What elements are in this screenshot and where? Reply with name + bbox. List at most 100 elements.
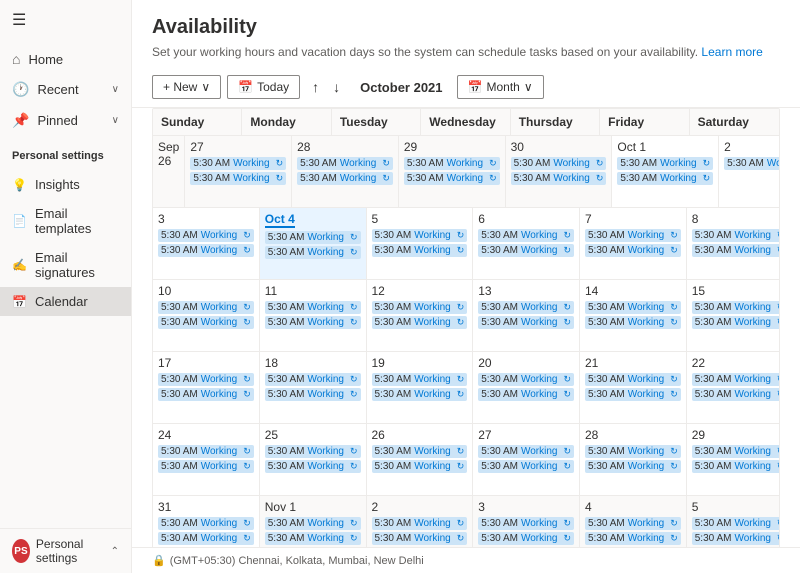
calendar-day[interactable]: 25:30 AMWorking↻: [719, 136, 780, 207]
calendar-event[interactable]: 5:30 AMWorking↻: [692, 244, 780, 257]
calendar-event[interactable]: 5:30 AMWorking↻: [511, 157, 607, 170]
calendar-day[interactable]: 245:30 AMWorking↻5:30 AMWorking↻: [153, 424, 260, 495]
calendar-event[interactable]: 5:30 AMWorking↻: [265, 445, 361, 458]
calendar-event[interactable]: 5:30 AMWorking↻: [585, 316, 681, 329]
calendar-day[interactable]: 25:30 AMWorking↻5:30 AMWorking↻: [367, 496, 474, 547]
calendar-event[interactable]: 5:30 AMWorking↻: [372, 460, 468, 473]
calendar-event[interactable]: 5:30 AMWorking↻: [585, 460, 681, 473]
calendar-event[interactable]: 5:30 AMWorking↻: [265, 246, 361, 259]
calendar-event[interactable]: 5:30 AMWorking↻: [478, 301, 574, 314]
calendar-event[interactable]: 5:30 AMWorking↻: [692, 445, 780, 458]
calendar-event[interactable]: 5:30 AMWorking↻: [158, 388, 254, 401]
calendar-day[interactable]: 35:30 AMWorking↻5:30 AMWorking↻: [153, 208, 260, 279]
new-button[interactable]: + New ∨: [152, 75, 221, 99]
calendar-event[interactable]: 5:30 AMWorking↻: [265, 373, 361, 386]
calendar-event[interactable]: 5:30 AMWorking↻: [265, 517, 361, 530]
calendar-event[interactable]: 5:30 AMWorking↻: [585, 388, 681, 401]
calendar-day[interactable]: 135:30 AMWorking↻5:30 AMWorking↻: [473, 280, 580, 351]
calendar-event[interactable]: 5:30 AMWorking↻: [372, 445, 468, 458]
calendar-event[interactable]: 5:30 AMWorking↻: [478, 445, 574, 458]
calendar-event[interactable]: 5:30 AMWorking↻: [692, 460, 780, 473]
calendar-event[interactable]: 5:30 AMWorking↻: [297, 172, 393, 185]
footer-chevron-icon[interactable]: ⌃: [111, 546, 119, 557]
calendar-day[interactable]: Oct 45:30 AMWorking↻5:30 AMWorking↻: [260, 208, 367, 279]
calendar-day[interactable]: 215:30 AMWorking↻5:30 AMWorking↻: [580, 352, 687, 423]
calendar-event[interactable]: 5:30 AMWorking↻: [585, 244, 681, 257]
calendar-event[interactable]: 5:30 AMWorking↻: [511, 172, 607, 185]
calendar-day[interactable]: Nov 15:30 AMWorking↻5:30 AMWorking↻: [260, 496, 367, 547]
calendar-event[interactable]: 5:30 AMWorking↻: [158, 373, 254, 386]
calendar-event[interactable]: 5:30 AMWorking↻: [265, 388, 361, 401]
calendar-event[interactable]: 5:30 AMWorking↻: [478, 244, 574, 257]
sidebar-item-home[interactable]: ⌂ Home: [0, 44, 131, 74]
month-view-button[interactable]: 📅 Month ∨: [457, 75, 544, 99]
calendar-day[interactable]: 175:30 AMWorking↻5:30 AMWorking↻: [153, 352, 260, 423]
calendar-day[interactable]: 225:30 AMWorking↻5:30 AMWorking↻: [687, 352, 780, 423]
calendar-event[interactable]: 5:30 AMWorking↻: [478, 373, 574, 386]
calendar-event[interactable]: 5:30 AMWorking↻: [478, 388, 574, 401]
calendar-event[interactable]: 5:30 AMWorking↻: [478, 229, 574, 242]
calendar-event[interactable]: 5:30 AMWorking↻: [404, 157, 500, 170]
calendar-day[interactable]: 125:30 AMWorking↻5:30 AMWorking↻: [367, 280, 474, 351]
sidebar-item-pinned[interactable]: 📌 Pinned ∨: [0, 105, 131, 136]
calendar-event[interactable]: 5:30 AMWorking↻: [158, 460, 254, 473]
calendar-day[interactable]: 285:30 AMWorking↻5:30 AMWorking↻: [580, 424, 687, 495]
calendar-day[interactable]: 255:30 AMWorking↻5:30 AMWorking↻: [260, 424, 367, 495]
calendar-day[interactable]: 275:30 AMWorking↻5:30 AMWorking↻: [185, 136, 292, 207]
calendar-day[interactable]: 75:30 AMWorking↻5:30 AMWorking↻: [580, 208, 687, 279]
calendar-day[interactable]: 65:30 AMWorking↻5:30 AMWorking↻: [473, 208, 580, 279]
calendar-event[interactable]: 5:30 AMWorking↻: [692, 229, 780, 242]
calendar-event[interactable]: 5:30 AMWorking↻: [585, 373, 681, 386]
calendar-event[interactable]: 5:30 AMWorking↻: [190, 172, 286, 185]
calendar-event[interactable]: 5:30 AMWorking↻: [617, 172, 713, 185]
prev-button[interactable]: ↑: [306, 75, 325, 99]
calendar-day[interactable]: 35:30 AMWorking↻5:30 AMWorking↻: [473, 496, 580, 547]
calendar-event[interactable]: 5:30 AMWorking↻: [692, 373, 780, 386]
calendar-event[interactable]: 5:30 AMWorking↻: [158, 301, 254, 314]
sidebar-item-insights[interactable]: 💡 Insights: [0, 170, 131, 199]
calendar-event[interactable]: 5:30 AMWorking↻: [372, 316, 468, 329]
sidebar-item-email-templates[interactable]: 📄 Email templates: [0, 199, 131, 243]
calendar-event[interactable]: 5:30 AMWorking↻: [478, 517, 574, 530]
sidebar-item-recent[interactable]: 🕐 Recent ∨: [0, 74, 131, 105]
calendar-event[interactable]: 5:30 AMWorking↻: [372, 244, 468, 257]
calendar-event[interactable]: 5:30 AMWorking↻: [404, 172, 500, 185]
calendar-day[interactable]: 315:30 AMWorking↻5:30 AMWorking↻: [153, 496, 260, 547]
calendar-event[interactable]: 5:30 AMWorking↻: [265, 532, 361, 545]
calendar-event[interactable]: 5:30 AMWorking↻: [158, 445, 254, 458]
calendar-event[interactable]: 5:30 AMWorking↻: [158, 316, 254, 329]
calendar-event[interactable]: 5:30 AMWorking↻: [724, 157, 780, 170]
calendar-event[interactable]: 5:30 AMWorking↻: [372, 517, 468, 530]
calendar-event[interactable]: 5:30 AMWorking↻: [617, 157, 713, 170]
calendar-day[interactable]: 305:30 AMWorking↻5:30 AMWorking↻: [506, 136, 613, 207]
calendar-day[interactable]: 55:30 AMWorking↻5:30 AMWorking↻: [687, 496, 780, 547]
calendar-event[interactable]: 5:30 AMWorking↻: [372, 229, 468, 242]
calendar-event[interactable]: 5:30 AMWorking↻: [585, 532, 681, 545]
calendar-event[interactable]: 5:30 AMWorking↻: [585, 517, 681, 530]
calendar-event[interactable]: 5:30 AMWorking↻: [372, 388, 468, 401]
learn-more-link[interactable]: Learn more: [701, 45, 762, 59]
calendar-day[interactable]: 105:30 AMWorking↻5:30 AMWorking↻: [153, 280, 260, 351]
calendar-event[interactable]: 5:30 AMWorking↻: [692, 532, 780, 545]
calendar-event[interactable]: 5:30 AMWorking↻: [158, 229, 254, 242]
calendar-day[interactable]: 285:30 AMWorking↻5:30 AMWorking↻: [292, 136, 399, 207]
calendar-day[interactable]: 55:30 AMWorking↻5:30 AMWorking↻: [367, 208, 474, 279]
calendar-day[interactable]: Sep 26: [153, 136, 185, 207]
calendar-event[interactable]: 5:30 AMWorking↻: [478, 532, 574, 545]
sidebar-item-email-signatures[interactable]: ✍ Email signatures: [0, 243, 131, 287]
calendar-event[interactable]: 5:30 AMWorking↻: [265, 231, 361, 244]
calendar-event[interactable]: 5:30 AMWorking↻: [478, 460, 574, 473]
calendar-day[interactable]: 275:30 AMWorking↻5:30 AMWorking↻: [473, 424, 580, 495]
calendar-event[interactable]: 5:30 AMWorking↻: [478, 316, 574, 329]
calendar-event[interactable]: 5:30 AMWorking↻: [297, 157, 393, 170]
calendar-day[interactable]: 185:30 AMWorking↻5:30 AMWorking↻: [260, 352, 367, 423]
calendar-event[interactable]: 5:30 AMWorking↻: [158, 517, 254, 530]
calendar-day[interactable]: 115:30 AMWorking↻5:30 AMWorking↻: [260, 280, 367, 351]
calendar-event[interactable]: 5:30 AMWorking↻: [372, 373, 468, 386]
today-button[interactable]: 📅 Today: [227, 75, 300, 99]
calendar-day[interactable]: Oct 15:30 AMWorking↻5:30 AMWorking↻: [612, 136, 719, 207]
calendar-event[interactable]: 5:30 AMWorking↻: [692, 388, 780, 401]
calendar-day[interactable]: 205:30 AMWorking↻5:30 AMWorking↻: [473, 352, 580, 423]
calendar-event[interactable]: 5:30 AMWorking↻: [585, 301, 681, 314]
calendar-day[interactable]: 265:30 AMWorking↻5:30 AMWorking↻: [367, 424, 474, 495]
